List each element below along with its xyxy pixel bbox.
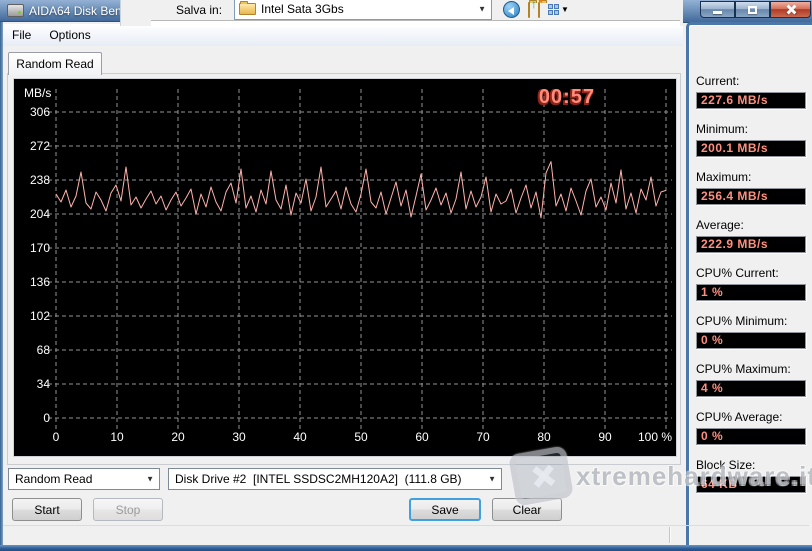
chart-canvas: 0 34 68 102 136 170 204 238 272 306 0 10 20 30 40 50 60 7… <box>24 86 672 444</box>
up-one-level-icon[interactable]: ↑ <box>528 0 537 18</box>
drive-select[interactable]: Disk Drive #2 [INTEL SSDSC2MH120A2] (111… <box>168 468 502 490</box>
svg-text:MB/s: MB/s <box>24 86 51 100</box>
menu-options[interactable]: Options <box>40 26 99 44</box>
stat-label: CPU% Average: <box>696 410 783 424</box>
stat-label: Current: <box>696 74 740 88</box>
svg-text:20: 20 <box>171 430 185 444</box>
status-bar-divider <box>669 527 670 543</box>
close-icon <box>785 4 796 15</box>
stat-value-box: 1 % <box>696 284 806 301</box>
throughput-chart: 0 34 68 102 136 170 204 238 272 306 0 10 20 30 40 50 60 7… <box>13 78 677 457</box>
stat-group: CPU% Average: 0 % <box>696 410 806 445</box>
stat-group: Minimum: 200.1 MB/s <box>696 122 806 157</box>
view-menu-icon[interactable]: ▼ <box>548 4 569 15</box>
svg-text:0: 0 <box>43 411 50 425</box>
new-folder-icon[interactable]: * <box>538 0 543 18</box>
stat-label: Average: <box>696 218 744 232</box>
minimize-button[interactable] <box>700 1 735 18</box>
svg-text:170: 170 <box>30 241 50 255</box>
window-bottom-border <box>0 545 812 551</box>
svg-text:60: 60 <box>415 430 429 444</box>
svg-text:238: 238 <box>30 173 50 187</box>
svg-text:34: 34 <box>37 377 51 391</box>
close-button[interactable] <box>770 1 811 18</box>
stat-label: Maximum: <box>696 170 752 184</box>
dialog-filelist-edge <box>151 20 680 27</box>
stat-label: CPU% Maximum: <box>696 362 791 376</box>
test-type-select[interactable]: Random Read ▼ <box>8 468 160 490</box>
stat-value-box: 256.4 MB/s <box>696 188 806 205</box>
stat-value-box: 0 % <box>696 428 806 445</box>
stop-button[interactable]: Stop <box>93 498 163 521</box>
clear-button[interactable]: Clear <box>492 498 562 521</box>
chevron-down-icon: ▼ <box>561 5 569 14</box>
drive-value: Disk Drive #2 [INTEL SSDSC2MH120A2] (111… <box>175 472 462 486</box>
svg-text:68: 68 <box>37 343 51 357</box>
stat-group: Average: 222.9 MB/s <box>696 218 806 253</box>
stat-value-box: 0 % <box>696 332 806 349</box>
save-in-label: Salva in: <box>176 3 223 17</box>
status-bar <box>3 525 809 546</box>
stat-value-box: 200.1 MB/s <box>696 140 806 157</box>
save-location-value: Intel Sata 3Gbs <box>261 2 344 16</box>
screen: AIDA64 Disk Bench Salva in: Intel Sata 3… <box>0 0 812 551</box>
stat-group: Current: 227.6 MB/s <box>696 74 806 109</box>
svg-text:306: 306 <box>30 105 50 119</box>
svg-text:136: 136 <box>30 275 50 289</box>
maximize-button[interactable] <box>735 1 770 18</box>
stat-group: CPU% Maximum: 4 % <box>696 362 806 397</box>
stat-label: CPU% Minimum: <box>696 314 788 328</box>
back-icon[interactable] <box>503 1 520 18</box>
tab-random-read[interactable]: Random Read <box>8 52 102 75</box>
stat-group: Block Size: 64 KB <box>696 458 806 493</box>
stat-value-box: 222.9 MB/s <box>696 236 806 253</box>
chevron-down-icon: ▼ <box>488 474 496 484</box>
window-title: AIDA64 Disk Bench <box>29 3 127 18</box>
elapsed-time: 00:57 <box>538 86 596 108</box>
svg-text:100 %: 100 % <box>638 430 672 444</box>
stat-group: CPU% Minimum: 0 % <box>696 314 806 349</box>
start-button[interactable]: Start <box>12 498 82 521</box>
stat-label: CPU% Current: <box>696 266 779 280</box>
stat-label: Minimum: <box>696 122 749 136</box>
chevron-down-icon: ▼ <box>146 474 154 484</box>
folder-icon <box>239 1 256 15</box>
svg-text:204: 204 <box>30 207 50 221</box>
disk-benchmark-app-icon <box>7 4 24 17</box>
minimize-icon <box>713 11 722 14</box>
svg-text:90: 90 <box>598 430 612 444</box>
stat-value-box: 227.6 MB/s <box>696 92 806 109</box>
svg-text:70: 70 <box>476 430 490 444</box>
svg-text:0: 0 <box>53 430 60 444</box>
svg-text:102: 102 <box>30 309 50 323</box>
stats-panel: Current: 227.6 MB/s Minimum: 200.1 MB/s … <box>686 22 812 545</box>
svg-text:30: 30 <box>232 430 246 444</box>
svg-text:272: 272 <box>30 139 50 153</box>
save-dialog-fragment: Salva in: Intel Sata 3Gbs ▼ ↑ * ▼ <box>120 0 683 27</box>
menu-bar: File Options <box>3 24 683 46</box>
save-location-combobox[interactable]: Intel Sata 3Gbs ▼ <box>234 0 492 20</box>
maximize-icon <box>748 5 757 14</box>
svg-text:80: 80 <box>537 430 551 444</box>
stat-value-box: 4 % <box>696 380 806 397</box>
stat-group: Maximum: 256.4 MB/s <box>696 170 806 205</box>
test-type-value: Random Read <box>15 472 93 486</box>
stat-value-box: 64 KB <box>696 476 806 493</box>
aida64-titlebar: AIDA64 Disk Bench <box>0 0 127 22</box>
background-window-titlebar <box>683 0 812 23</box>
chevron-down-icon: ▼ <box>478 4 486 14</box>
stat-group: CPU% Current: 1 % <box>696 266 806 301</box>
save-button[interactable]: Save <box>409 498 481 521</box>
stat-label: Block Size: <box>696 458 756 472</box>
window-left-border <box>0 22 3 545</box>
menu-file[interactable]: File <box>3 26 40 44</box>
svg-text:10: 10 <box>110 430 124 444</box>
tab-label: Random Read <box>16 57 94 71</box>
svg-text:50: 50 <box>354 430 368 444</box>
svg-text:40: 40 <box>293 430 307 444</box>
